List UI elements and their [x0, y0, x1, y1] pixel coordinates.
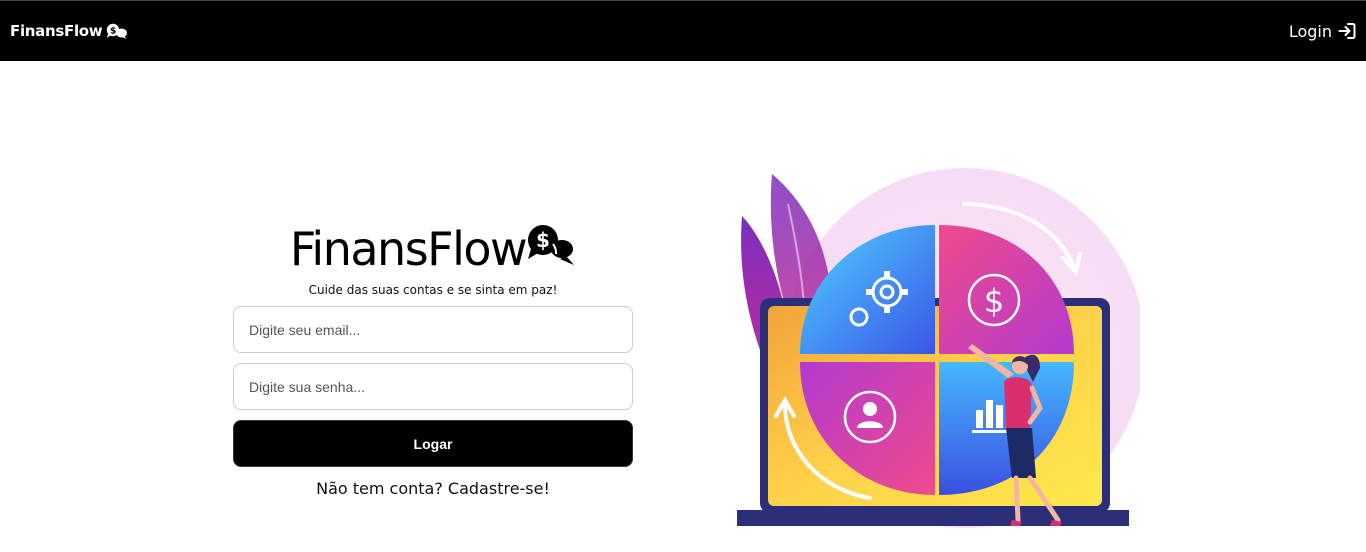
tagline: Cuide das suas contas e se sinta em paz!	[308, 283, 558, 297]
navbar-login-label: Login	[1288, 21, 1332, 41]
top-navbar: FinansFlow $ Login	[0, 0, 1366, 61]
svg-text:$: $	[536, 228, 550, 252]
login-form: FinansFlow $ Cuide das suas contas e se …	[233, 224, 633, 498]
svg-text:$: $	[110, 27, 116, 37]
logo-text: FinansFlow	[289, 222, 528, 276]
navbar-brand-label: FinansFlow	[10, 22, 103, 40]
password-field[interactable]	[233, 363, 633, 410]
login-arrow-icon	[1338, 22, 1356, 40]
money-chat-icon: $	[106, 23, 128, 39]
navbar-brand[interactable]: FinansFlow $	[10, 22, 128, 40]
login-button[interactable]: Logar	[233, 420, 633, 467]
signup-link[interactable]: Não tem conta? Cadastre-se!	[316, 479, 550, 498]
svg-text:$: $	[984, 282, 1004, 320]
money-chat-icon: $	[526, 223, 576, 272]
email-field[interactable]	[233, 306, 633, 353]
navbar-login-link[interactable]: Login	[1289, 22, 1356, 41]
hero-illustration: $	[730, 160, 1145, 545]
logo: FinansFlow $	[290, 224, 576, 274]
